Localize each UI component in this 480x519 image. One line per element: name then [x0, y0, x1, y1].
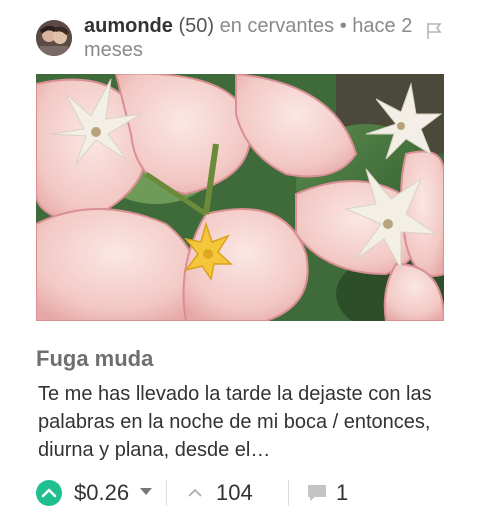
upvote-button[interactable] — [36, 480, 62, 506]
chevron-up-icon[interactable] — [188, 486, 202, 500]
footer-divider — [166, 480, 167, 506]
post-image[interactable] — [36, 74, 444, 321]
community-link[interactable]: cervantes — [247, 15, 334, 37]
community-prefix: en — [219, 15, 242, 37]
post-meta: aumonde (50) en cervantes • hace 2 meses — [84, 14, 456, 62]
post-card: aumonde (50) en cervantes • hace 2 meses — [0, 0, 480, 519]
meta-separator: • — [339, 15, 347, 37]
flower-photo — [36, 74, 444, 321]
author-reputation: (50) — [178, 15, 215, 37]
caret-down-icon[interactable] — [140, 488, 152, 495]
post-summary[interactable]: Te me has llevado la tarde la dejaste co… — [38, 380, 438, 464]
upvote-circle-icon — [41, 488, 57, 498]
author-link[interactable]: aumonde — [84, 15, 173, 37]
comment-count[interactable]: 1 — [336, 480, 348, 506]
flag-icon[interactable] — [426, 22, 442, 40]
payout-value[interactable]: $0.26 — [74, 480, 129, 506]
post-title[interactable]: Fuga muda — [36, 346, 153, 372]
comment-bubble-icon[interactable] — [306, 483, 328, 503]
avatar-photo — [36, 20, 72, 56]
post-footer: $0.26 104 1 — [36, 476, 456, 510]
avatar[interactable] — [36, 20, 72, 56]
vote-count[interactable]: 104 — [216, 480, 253, 506]
footer-divider — [288, 480, 289, 506]
